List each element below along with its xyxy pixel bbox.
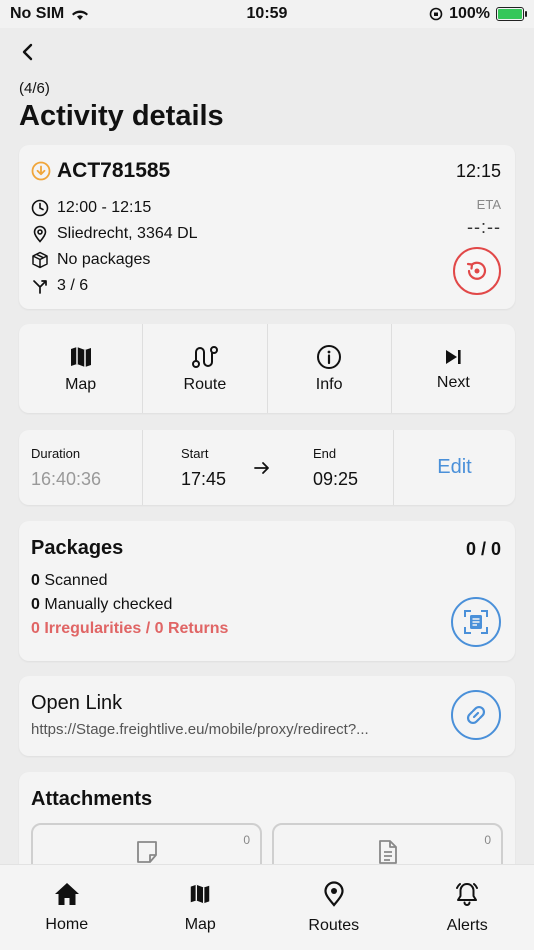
open-link-title: Open Link xyxy=(31,692,123,714)
tab-alerts[interactable]: Alerts xyxy=(401,865,534,950)
scanned-line: 0 Scanned xyxy=(31,572,503,590)
info-action-label: Info xyxy=(315,375,343,393)
address-row: Sliedrecht, 3364 DL xyxy=(31,221,503,247)
map-action-label: Map xyxy=(65,375,97,393)
manual-line: 0 Manually checked xyxy=(31,596,503,614)
route-action-button[interactable]: Route xyxy=(143,324,268,413)
bottom-tab-bar: Home Map Routes Alerts xyxy=(0,864,534,950)
duration-value: 16:40:36 xyxy=(31,468,102,489)
document-attachment-count: 0 xyxy=(484,833,491,847)
battery-fill xyxy=(498,9,522,19)
skip-next-icon xyxy=(446,349,461,364)
open-link-card[interactable]: Open Link https://Stage.freightlive.eu/m… xyxy=(19,676,515,756)
location-pin-icon xyxy=(324,880,344,907)
eta-label: ETA xyxy=(476,197,501,212)
time-window-row: 12:00 - 12:15 xyxy=(31,195,503,221)
tab-routes-label: Routes xyxy=(308,916,360,934)
next-action-button[interactable]: Next xyxy=(392,324,515,413)
activity-counter: (4/6) xyxy=(19,80,50,97)
map-icon xyxy=(70,346,91,367)
reset-button[interactable] xyxy=(453,247,501,295)
tab-home-label: Home xyxy=(45,915,89,933)
attachments-title: Attachments xyxy=(31,788,153,810)
packages-title: Packages xyxy=(31,537,124,559)
undo-circle-icon xyxy=(466,261,487,280)
route-icon xyxy=(191,345,218,368)
home-icon xyxy=(54,882,79,905)
manual-label: Manually checked xyxy=(44,596,173,613)
clock-icon xyxy=(31,199,49,217)
page-title: Activity details xyxy=(19,100,224,132)
route-action-label: Route xyxy=(183,375,227,393)
document-icon xyxy=(378,840,397,864)
tab-routes[interactable]: Routes xyxy=(267,865,401,950)
eta-value: --:-- xyxy=(467,217,501,237)
arrow-right-container xyxy=(253,430,283,505)
end-label: End xyxy=(313,445,337,461)
map-icon xyxy=(191,884,210,903)
bell-icon xyxy=(456,882,479,906)
tab-map[interactable]: Map xyxy=(134,865,268,950)
actions-card: Map Route Info Next xyxy=(19,324,515,413)
download-circle-icon xyxy=(31,161,51,181)
info-icon xyxy=(317,344,342,369)
activity-id: ACT781585 xyxy=(57,159,171,182)
end-value: 09:25 xyxy=(313,468,359,489)
irregularities-text: 0 Irregularities / 0 Returns xyxy=(31,620,229,637)
split-arrow-icon xyxy=(33,280,47,294)
tab-home[interactable]: Home xyxy=(0,865,134,950)
link-icon xyxy=(466,705,486,725)
manual-number: 0 xyxy=(31,596,40,613)
open-link-url[interactable]: https://Stage.freightlive.eu/mobile/prox… xyxy=(31,721,411,738)
address: Sliedrecht, 3364 DL xyxy=(57,225,198,242)
orientation-lock-icon xyxy=(429,7,443,21)
map-action-button[interactable]: Map xyxy=(19,324,144,413)
arrow-right-icon xyxy=(254,461,269,474)
note-icon xyxy=(136,841,157,863)
next-action-label: Next xyxy=(436,373,470,391)
tab-alerts-label: Alerts xyxy=(446,916,488,934)
start-value: 17:45 xyxy=(181,468,227,489)
end-section: End 09:25 xyxy=(283,430,393,505)
edit-button[interactable]: Edit xyxy=(393,430,515,505)
battery-icon xyxy=(496,7,527,21)
packages-row: No packages xyxy=(31,247,503,273)
scanned-label: Scanned xyxy=(44,572,108,589)
stops-count: 3 / 6 xyxy=(57,277,89,294)
scanned-number: 0 xyxy=(31,572,40,589)
duration-section: Duration 16:40:36 xyxy=(19,430,143,505)
tab-map-label: Map xyxy=(184,915,216,933)
status-bar: No SIM 10:59 100% xyxy=(0,0,534,28)
battery-percent: 100% xyxy=(449,5,490,22)
wifi-icon xyxy=(72,10,89,20)
packages-count: 0 / 0 xyxy=(465,539,501,559)
activity-card: ACT781585 12:15 12:00 - 12:15 Sliedrecht… xyxy=(19,145,515,309)
package-icon xyxy=(32,251,48,269)
scan-document-icon xyxy=(464,610,488,634)
back-chevron-icon[interactable] xyxy=(16,40,40,64)
time-window: 12:00 - 12:15 xyxy=(57,199,152,216)
location-pin-icon xyxy=(33,225,47,243)
start-label: Start xyxy=(181,445,209,461)
open-link-button[interactable] xyxy=(451,690,501,740)
scan-button[interactable] xyxy=(451,597,501,647)
info-action-button[interactable]: Info xyxy=(268,324,392,413)
activity-time: 12:15 xyxy=(455,161,501,181)
timing-card: Duration 16:40:36 Start 17:45 End 09:25 … xyxy=(19,430,515,505)
stops-row: 3 / 6 xyxy=(31,273,503,299)
packages-summary: No packages xyxy=(57,251,151,268)
duration-label: Duration xyxy=(31,445,81,461)
carrier-label: No SIM xyxy=(10,5,65,22)
start-section: Start 17:45 xyxy=(143,430,253,505)
note-attachment-count: 0 xyxy=(243,833,250,847)
packages-card: Packages 0 / 0 0 Scanned 0 Manually chec… xyxy=(19,521,515,661)
